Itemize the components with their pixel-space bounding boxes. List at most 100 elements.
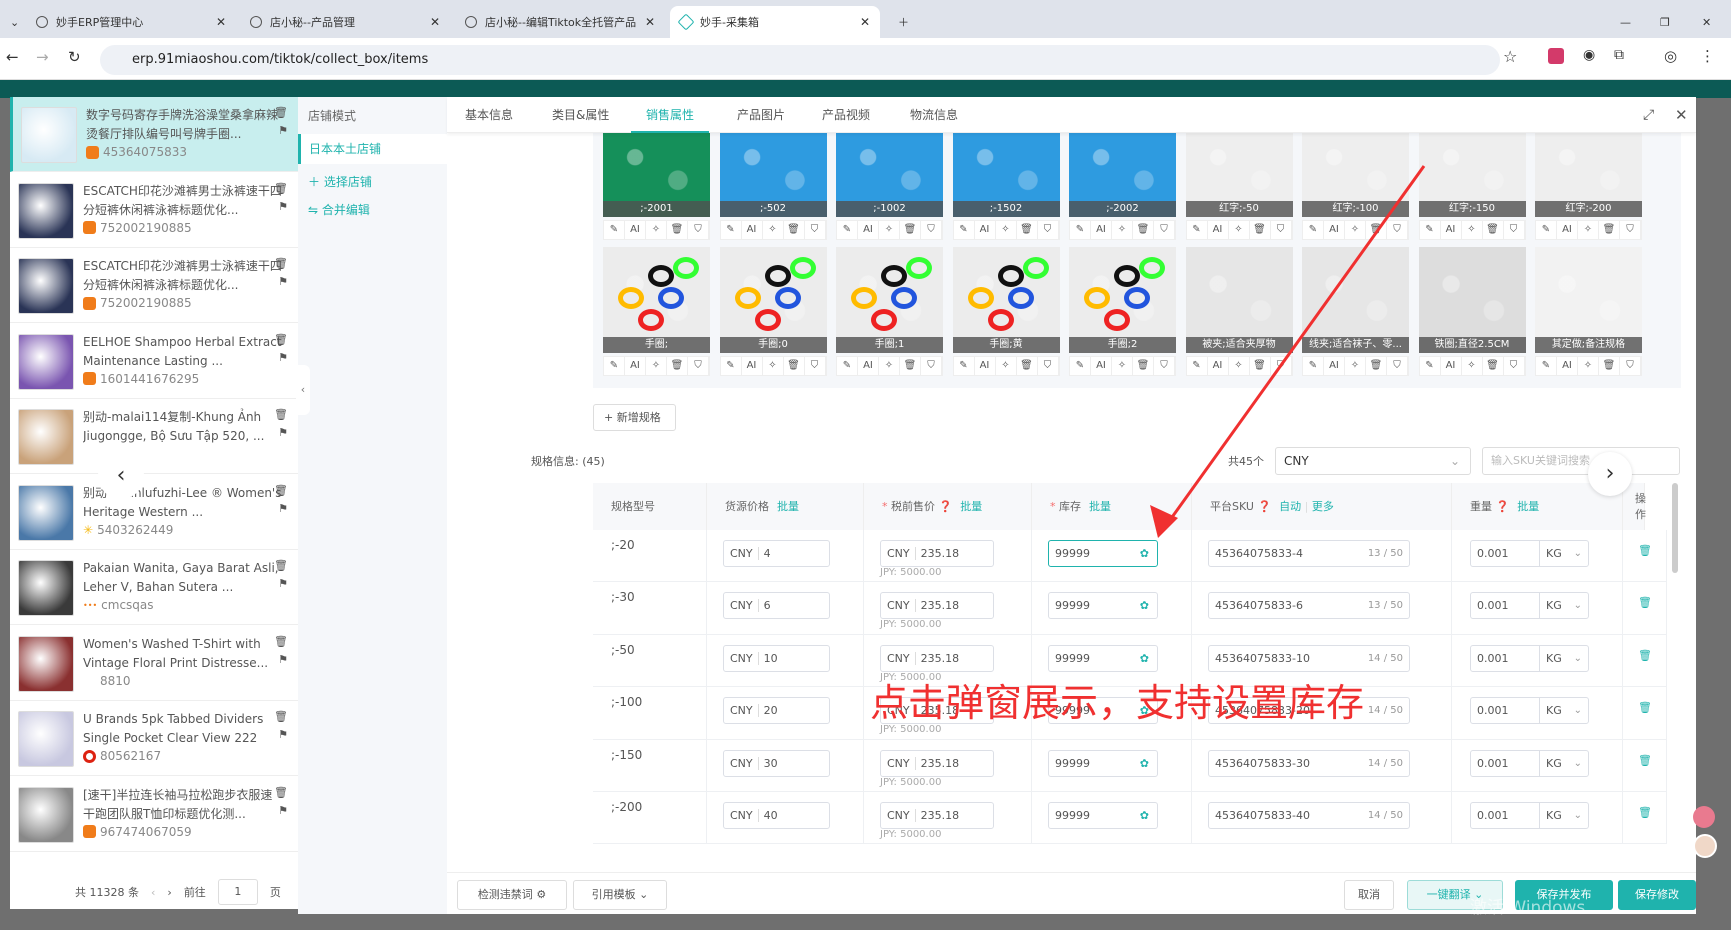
- magic-wand-icon[interactable]: ✧: [1345, 357, 1366, 375]
- stock-settings-gear-icon[interactable]: ✿: [1140, 541, 1149, 566]
- trash-icon[interactable]: 🗑: [274, 257, 288, 270]
- ai-icon[interactable]: AI: [1324, 357, 1345, 375]
- url-field[interactable]: erp.91miaoshou.com/tiktok/collect_box/it…: [100, 45, 1500, 75]
- source-price-input[interactable]: CNY 20: [723, 697, 830, 725]
- magic-wand-icon[interactable]: ✧: [996, 357, 1017, 375]
- delete-row-icon[interactable]: 🗑: [1638, 754, 1652, 767]
- edit-image-icon[interactable]: ✎: [1070, 221, 1091, 239]
- maximize-button[interactable]: ❐: [1650, 6, 1680, 38]
- trash-icon[interactable]: 🗑: [274, 710, 288, 723]
- stock-settings-gear-icon[interactable]: ✿: [1140, 751, 1149, 776]
- weight-input[interactable]: 0.001: [1470, 592, 1540, 620]
- check-forbidden-words-button[interactable]: 检测违禁词 ⚙: [457, 880, 567, 910]
- extension-icon[interactable]: [1548, 48, 1564, 64]
- flag-icon[interactable]: ⚑: [278, 275, 288, 288]
- trash-icon[interactable]: 🗑: [667, 357, 688, 375]
- shield-icon[interactable]: ⛉: [805, 221, 826, 239]
- weight-unit-select[interactable]: KG ⌄: [1539, 749, 1589, 777]
- edit-image-icon[interactable]: ✎: [837, 357, 858, 375]
- platform-sku-input[interactable]: 45364075833-6 13 / 50: [1208, 592, 1410, 620]
- extension-icon[interactable]: ◉: [1583, 47, 1595, 63]
- close-modal-icon[interactable]: ✕: [1675, 97, 1688, 133]
- browser-tab[interactable]: 店小秘--编辑Tiktok全托管产品 ✕: [455, 6, 665, 38]
- ai-icon[interactable]: AI: [625, 357, 646, 375]
- flag-icon[interactable]: ⚑: [278, 502, 288, 515]
- variant-image-card[interactable]: 红字;-50 ✎ AI ✧ 🗑 ⛉: [1185, 125, 1293, 240]
- variant-image[interactable]: ;-2001: [603, 125, 710, 217]
- tab-category-attributes[interactable]: 类目&属性: [552, 97, 609, 133]
- edit-image-icon[interactable]: ✎: [954, 357, 975, 375]
- source-price-input[interactable]: CNY 30: [723, 749, 830, 777]
- flag-icon[interactable]: ⚑: [278, 577, 288, 590]
- variant-image-card[interactable]: 铁圈;直径2.5CM ✎ AI ✧ 🗑 ⛉: [1418, 247, 1526, 376]
- shield-icon[interactable]: ⛉: [1154, 357, 1175, 375]
- trash-icon[interactable]: 🗑: [1483, 221, 1504, 239]
- edit-image-icon[interactable]: ✎: [1420, 357, 1441, 375]
- trash-icon[interactable]: 🗑: [784, 221, 805, 239]
- list-item[interactable]: ESCATCH印花沙滩裤男士泳裤速干四分短裤休闲裤泳裤标题优化... 752002…: [10, 248, 298, 323]
- batch-price-link[interactable]: 批量: [960, 500, 982, 513]
- currency-select[interactable]: CNY ⌄: [1275, 447, 1471, 475]
- prev-page-button[interactable]: ‹: [151, 886, 155, 899]
- trash-icon[interactable]: 🗑: [784, 357, 805, 375]
- auto-sku-link[interactable]: 自动: [1279, 500, 1301, 513]
- page-input[interactable]: 1: [217, 879, 258, 905]
- trash-icon[interactable]: 🗑: [1017, 221, 1038, 239]
- variant-image[interactable]: 被夹;适合夹厚物: [1185, 247, 1293, 353]
- extensions-puzzle-icon[interactable]: ⧉: [1614, 47, 1624, 63]
- edit-image-icon[interactable]: ✎: [721, 221, 742, 239]
- variant-image-card[interactable]: 红字;-150 ✎ AI ✧ 🗑 ⛉: [1418, 125, 1526, 240]
- ai-icon[interactable]: AI: [975, 357, 996, 375]
- shield-icon[interactable]: ⛉: [1387, 221, 1408, 239]
- stock-settings-gear-icon[interactable]: ✿: [1140, 803, 1149, 828]
- variant-image-card[interactable]: 手圈;黄 ✎ AI ✧ 🗑 ⛉: [952, 247, 1060, 376]
- variant-image[interactable]: 红字;-200: [1535, 125, 1642, 217]
- weight-input[interactable]: 0.001: [1470, 697, 1540, 725]
- variant-image-card[interactable]: ;-1502 ✎ AI ✧ 🗑 ⛉: [952, 125, 1060, 240]
- shield-icon[interactable]: ⛉: [1038, 357, 1059, 375]
- trash-icon[interactable]: 🗑: [274, 182, 288, 195]
- edit-image-icon[interactable]: ✎: [1536, 357, 1557, 375]
- shield-icon[interactable]: ⛉: [1038, 221, 1059, 239]
- tab-basic-info[interactable]: 基本信息: [465, 97, 513, 133]
- forward-icon[interactable]: →: [36, 48, 49, 66]
- variant-image[interactable]: ;-1502: [952, 125, 1060, 217]
- variant-image[interactable]: 铁圈;直径2.5CM: [1418, 247, 1526, 353]
- shield-icon[interactable]: ⛉: [688, 357, 709, 375]
- weight-unit-select[interactable]: KG ⌄: [1539, 592, 1589, 620]
- pretax-price-input[interactable]: CNY 235.18: [880, 644, 994, 672]
- magic-wand-icon[interactable]: ✧: [763, 221, 784, 239]
- shield-icon[interactable]: ⛉: [921, 357, 942, 375]
- list-item[interactable]: 别动-... anlufuzhi-Lee ® Women's Heritage …: [10, 475, 298, 550]
- ai-icon[interactable]: AI: [1557, 357, 1578, 375]
- tab-sales-attributes[interactable]: 销售属性: [631, 97, 710, 133]
- add-spec-button[interactable]: + 新增规格: [593, 404, 676, 431]
- variant-image-card[interactable]: ;-1002 ✎ AI ✧ 🗑 ⛉: [836, 125, 943, 240]
- magic-wand-icon[interactable]: ✧: [646, 357, 667, 375]
- ai-icon[interactable]: AI: [742, 357, 763, 375]
- variant-image-card[interactable]: ;-2001 ✎ AI ✧ 🗑 ⛉: [603, 125, 710, 240]
- magic-wand-icon[interactable]: ✧: [646, 221, 667, 239]
- list-item[interactable]: Women's Washed T-Shirt with Vintage Flor…: [10, 626, 298, 701]
- shield-icon[interactable]: ⛉: [1271, 221, 1292, 239]
- edit-image-icon[interactable]: ✎: [1070, 357, 1091, 375]
- batch-weight-link[interactable]: 批量: [1517, 500, 1539, 513]
- trash-icon[interactable]: 🗑: [274, 786, 288, 799]
- weight-unit-select[interactable]: KG ⌄: [1539, 802, 1589, 829]
- flag-icon[interactable]: ⚑: [278, 728, 288, 741]
- source-price-input[interactable]: CNY 10: [723, 644, 830, 672]
- magic-wand-icon[interactable]: ✧: [996, 221, 1017, 239]
- edit-image-icon[interactable]: ✎: [604, 357, 625, 375]
- magic-wand-icon[interactable]: ✧: [1229, 357, 1250, 375]
- use-template-dropdown[interactable]: 引用模板 ⌄: [573, 880, 667, 910]
- close-tab-icon[interactable]: ✕: [860, 15, 870, 29]
- variant-image[interactable]: ;-502: [719, 125, 827, 217]
- pretax-price-input[interactable]: CNY 235.18: [880, 749, 994, 777]
- ai-icon[interactable]: AI: [1441, 221, 1462, 239]
- ai-icon[interactable]: AI: [625, 221, 646, 239]
- list-item[interactable]: ESCATCH印花沙滩裤男士泳裤速干四分短裤休闲裤泳裤标题优化... 752002…: [10, 173, 298, 248]
- trash-icon[interactable]: 🗑: [1599, 221, 1620, 239]
- back-icon[interactable]: ←: [6, 48, 19, 66]
- weight-unit-select[interactable]: KG ⌄: [1539, 644, 1589, 672]
- variant-image-card[interactable]: 红字;-100 ✎ AI ✧ 🗑 ⛉: [1302, 125, 1409, 240]
